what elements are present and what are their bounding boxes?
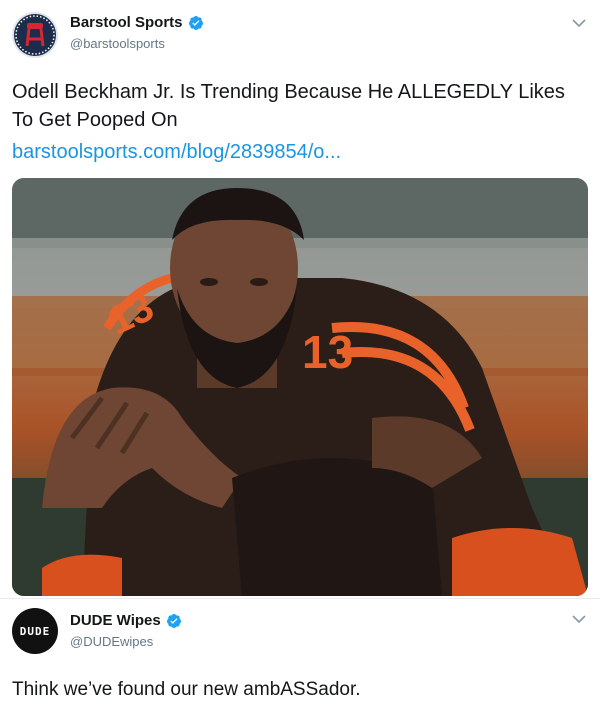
barstool-name-row: Barstool Sports (70, 14, 204, 31)
tweet-text: Think we’ve found our new ambASSador. (12, 679, 361, 700)
football-player-photo: 13 13 (12, 178, 588, 596)
author-name[interactable]: Barstool Sports (70, 14, 183, 31)
article-link[interactable]: barstoolsports.com/blog/2839854/o... (12, 138, 341, 166)
tweet-text: Odell Beckham Jr. Is Trending Because He… (12, 81, 565, 131)
tweet-barstool: Barstool Sports @barstoolsports Odell Be… (0, 0, 600, 598)
dudewipes-avatar[interactable]: DUDE (12, 608, 58, 654)
barstool-avatar[interactable] (12, 12, 58, 58)
tweet-photo[interactable]: 13 13 (12, 178, 588, 596)
chevron-down-icon[interactable] (572, 18, 586, 28)
verified-badge-icon (188, 15, 203, 30)
author-name[interactable]: DUDE Wipes (70, 612, 161, 629)
author-handle[interactable]: @barstoolsports (70, 36, 165, 51)
jersey-number-right: 13 (302, 326, 353, 378)
author-handle[interactable]: @DUDEwipes (70, 634, 153, 649)
dude-logo-text: DUDE (19, 624, 51, 638)
chevron-down-icon[interactable] (572, 614, 586, 624)
barstool-logo-icon (15, 15, 55, 55)
dudewipes-name-row: DUDE Wipes (70, 612, 182, 629)
verified-badge-icon (166, 613, 181, 628)
